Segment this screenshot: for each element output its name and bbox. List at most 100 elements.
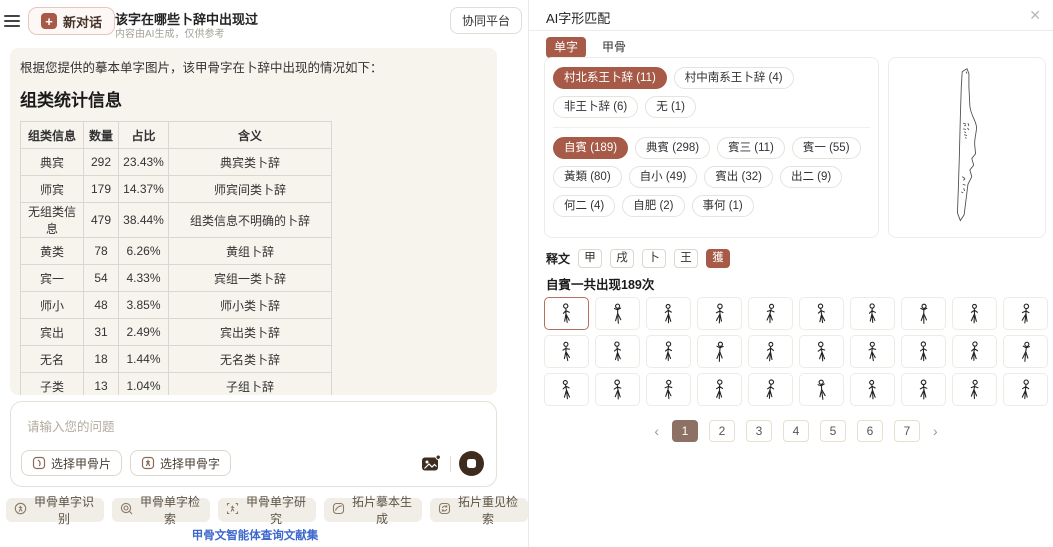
oracle-glyph bbox=[712, 301, 727, 327]
new-chat-button[interactable]: + 新对话 bbox=[28, 7, 115, 35]
next-page-icon[interactable]: › bbox=[931, 423, 940, 439]
glyph-cell[interactable] bbox=[1003, 335, 1048, 368]
table-row: 宾一544.33%宾组一类卜辞 bbox=[21, 265, 332, 292]
glyph-cell[interactable] bbox=[595, 373, 640, 406]
filter-chip[interactable]: 典賓 (298) bbox=[635, 137, 710, 159]
filter-chip[interactable]: 賓三 (11) bbox=[717, 137, 785, 159]
page-button[interactable]: 3 bbox=[746, 420, 772, 442]
page-button[interactable]: 4 bbox=[783, 420, 809, 442]
glyph-cell[interactable] bbox=[952, 297, 997, 330]
close-icon[interactable]: ✕ bbox=[1029, 7, 1041, 24]
oracle-glyph bbox=[559, 339, 574, 365]
glyph-cell[interactable] bbox=[901, 297, 946, 330]
glyph-cell[interactable] bbox=[544, 373, 589, 406]
glyph-cell[interactable] bbox=[1003, 373, 1048, 406]
filter-chip[interactable]: 非王卜辞 (6) bbox=[553, 96, 638, 118]
attach-image-icon[interactable] bbox=[421, 454, 442, 473]
glyph-cell[interactable] bbox=[850, 335, 895, 368]
filter-chip[interactable]: 黃類 (80) bbox=[553, 166, 622, 188]
glyph-cell[interactable] bbox=[850, 297, 895, 330]
filter-chip[interactable]: 出二 (9) bbox=[780, 166, 842, 188]
table-row: 黄类786.26%黄组卜辞 bbox=[21, 238, 332, 265]
table-row: 师小483.85%师小类卜辞 bbox=[21, 292, 332, 319]
glyph-cell[interactable] bbox=[646, 335, 691, 368]
transcription-chip[interactable]: 戌 bbox=[610, 249, 634, 268]
glyph-cell[interactable] bbox=[952, 335, 997, 368]
transcription-chip[interactable]: 獲 bbox=[706, 249, 730, 268]
select-oracle-char-button[interactable]: 选择甲骨字 bbox=[130, 450, 231, 476]
table-cell: 54 bbox=[84, 265, 119, 292]
oracle-glyph bbox=[712, 339, 727, 365]
filter-chip[interactable]: 自肥 (2) bbox=[622, 195, 684, 217]
table-cell: 1.04% bbox=[119, 373, 169, 396]
glyph-cell[interactable] bbox=[544, 335, 589, 368]
message-intro: 根据您提供的摹本单字图片，该甲骨字在卜辞中出现的情况如下： bbox=[20, 60, 487, 76]
rubbing-generate-icon bbox=[332, 502, 345, 518]
filter-chip[interactable]: 村北系王卜辞 (11) bbox=[553, 67, 667, 89]
oracle-glyph bbox=[865, 301, 880, 327]
glyph-cell[interactable] bbox=[697, 297, 742, 330]
filter-chip[interactable]: 自小 (49) bbox=[629, 166, 698, 188]
filter-chip[interactable]: 无 (1) bbox=[645, 96, 696, 118]
glyph-cell[interactable] bbox=[595, 335, 640, 368]
filter-chip[interactable]: 賓一 (55) bbox=[792, 137, 861, 159]
select-oracle-bone-button[interactable]: 选择甲骨片 bbox=[21, 450, 122, 476]
glyph-cell[interactable] bbox=[646, 373, 691, 406]
oracle-glyph bbox=[1018, 377, 1033, 403]
table-cell: 13 bbox=[84, 373, 119, 396]
glyph-cell[interactable] bbox=[799, 373, 844, 406]
glyph-cell[interactable] bbox=[1003, 297, 1048, 330]
oracle-glyph bbox=[916, 301, 931, 327]
glyph-cell[interactable] bbox=[799, 297, 844, 330]
glyph-cell[interactable] bbox=[850, 373, 895, 406]
filter-chip[interactable]: 賓出 (32) bbox=[704, 166, 773, 188]
glyph-cell[interactable] bbox=[646, 297, 691, 330]
oracle-glyph bbox=[559, 301, 574, 327]
transcription-chip[interactable]: 甲 bbox=[578, 249, 602, 268]
prev-page-icon[interactable]: ‹ bbox=[652, 423, 661, 439]
glyph-cell[interactable] bbox=[544, 297, 589, 330]
action-chip[interactable]: 甲骨单字识别 bbox=[6, 498, 104, 522]
table-cell: 子组卜辞 bbox=[169, 373, 332, 396]
action-chip[interactable]: 甲骨单字研究 bbox=[218, 498, 316, 522]
glyph-cell[interactable] bbox=[901, 335, 946, 368]
glyph-cell[interactable] bbox=[748, 297, 793, 330]
menu-icon[interactable] bbox=[4, 15, 20, 27]
oracle-glyph bbox=[916, 377, 931, 403]
filter-chip[interactable]: 自賓 (189) bbox=[553, 137, 628, 159]
table-cell: 2.49% bbox=[119, 319, 169, 346]
glyph-cell[interactable] bbox=[697, 335, 742, 368]
action-chip[interactable]: 拓片重见检索 bbox=[430, 498, 528, 522]
tab-oracle-bone[interactable]: 甲骨 bbox=[602, 37, 626, 58]
table-row: 无名181.44%无名类卜辞 bbox=[21, 346, 332, 373]
glyph-cell[interactable] bbox=[901, 373, 946, 406]
action-chip[interactable]: 拓片摹本生成 bbox=[324, 498, 422, 522]
oracle-glyph bbox=[559, 377, 574, 403]
oracle-glyph bbox=[610, 377, 625, 403]
glyph-cell[interactable] bbox=[595, 297, 640, 330]
literature-collection-link[interactable]: 甲骨文智能体查询文献集 bbox=[0, 527, 510, 543]
transcription-chips: 甲戌卜王獲 bbox=[578, 249, 730, 268]
filter-chip[interactable]: 何二 (4) bbox=[553, 195, 615, 217]
collab-platform-button[interactable]: 协同平台 bbox=[450, 7, 522, 34]
filter-chip[interactable]: 村中南系王卜辞 (4) bbox=[674, 67, 794, 89]
page-button[interactable]: 1 bbox=[672, 420, 698, 442]
glyph-cell[interactable] bbox=[748, 335, 793, 368]
page-button[interactable]: 5 bbox=[820, 420, 846, 442]
glyph-cell[interactable] bbox=[799, 335, 844, 368]
bone-piece-icon bbox=[32, 456, 46, 470]
table-cell: 6.26% bbox=[119, 238, 169, 265]
question-input[interactable] bbox=[25, 414, 409, 446]
page-button[interactable]: 6 bbox=[857, 420, 883, 442]
action-chip[interactable]: 甲骨单字检索 bbox=[112, 498, 210, 522]
transcription-chip[interactable]: 卜 bbox=[642, 249, 666, 268]
page-button[interactable]: 2 bbox=[709, 420, 735, 442]
transcription-chip[interactable]: 王 bbox=[674, 249, 698, 268]
glyph-cell[interactable] bbox=[952, 373, 997, 406]
stop-generation-button[interactable] bbox=[459, 451, 484, 476]
tab-single-char[interactable]: 单字 bbox=[546, 37, 586, 58]
glyph-cell[interactable] bbox=[748, 373, 793, 406]
filter-chip[interactable]: 事何 (1) bbox=[692, 195, 754, 217]
page-button[interactable]: 7 bbox=[894, 420, 920, 442]
glyph-cell[interactable] bbox=[697, 373, 742, 406]
